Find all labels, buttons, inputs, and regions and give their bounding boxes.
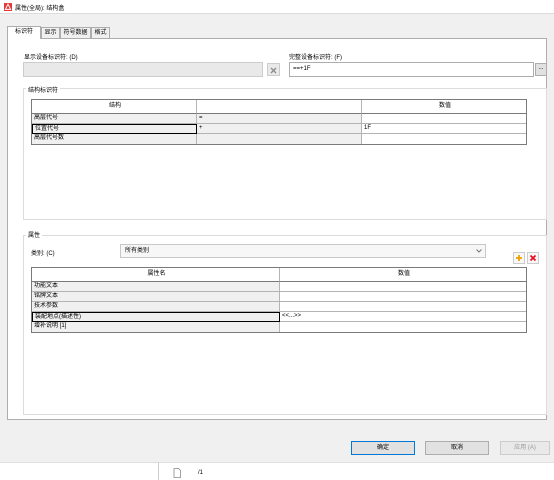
full-id-label: 完整设备标识符: (F)	[289, 55, 342, 61]
tab-symbol-data[interactable]: 符号数据	[60, 27, 91, 38]
structure-row-name: 高层代号数	[32, 134, 197, 144]
clear-button[interactable]	[267, 63, 280, 76]
category-label: 类别: (C)	[31, 251, 55, 257]
tab-identifier[interactable]: 标识符	[7, 26, 41, 39]
document-icon	[173, 468, 181, 478]
category-value: 所有类别	[125, 248, 150, 254]
structure-row-prefix	[197, 134, 362, 144]
structure-row-prefix: +	[197, 124, 362, 134]
tab-format[interactable]: 格式	[91, 27, 110, 38]
properties-section-title: 属性	[26, 230, 43, 239]
structure-table: 结构 数值 高层代号 = 位置代号 + 1F 高层代号数	[31, 99, 527, 145]
plus-icon	[516, 255, 522, 261]
property-row-name: 功能文本	[32, 282, 280, 292]
property-row-value[interactable]	[280, 322, 526, 332]
title-bar: 属性(全局): 结构盒	[0, 0, 554, 14]
structure-row-prefix: =	[197, 114, 362, 124]
tab-label: 标识符	[14, 29, 33, 35]
property-row-name: 技术参数	[32, 302, 280, 312]
property-row-value[interactable]	[280, 282, 526, 292]
ok-button[interactable]: 确定	[351, 441, 415, 455]
structure-row-value[interactable]	[362, 134, 526, 144]
properties-table: 属性名 数值 功能文本 铭牌文本 技术参数 装配地点(描述性) <<...>> …	[31, 267, 527, 333]
structure-section-title: 结构标识符	[26, 85, 61, 94]
structure-row-name: 高层代号	[32, 114, 197, 124]
tab-label: 显示	[44, 30, 57, 36]
structure-row-name: 位置代号	[32, 124, 197, 134]
column-header-property-name[interactable]: 属性名	[32, 268, 280, 282]
property-row-name: 装配地点(描述性)	[32, 312, 280, 322]
column-header-property-value[interactable]: 数值	[280, 268, 526, 282]
full-id-field[interactable]: ==+1F	[289, 62, 534, 77]
property-row-value[interactable]: <<...>>	[280, 312, 526, 322]
structure-row-value[interactable]: 1F	[362, 124, 526, 134]
column-header-structure[interactable]: 结构	[32, 100, 197, 114]
display-id-field[interactable]	[23, 62, 263, 77]
property-row-name: 增补说明 [1]	[32, 322, 280, 332]
tab-label: 格式	[94, 30, 107, 36]
window-title: 属性(全局): 结构盒	[15, 6, 65, 12]
column-header-value[interactable]: 数值	[362, 100, 526, 114]
chevron-down-icon	[476, 249, 482, 253]
structure-row-value[interactable]	[362, 114, 526, 124]
app-logo-icon	[4, 3, 12, 11]
add-property-button[interactable]	[513, 252, 525, 264]
cancel-button[interactable]: 取消	[425, 441, 489, 455]
display-id-label: 显示设备标识符: (D)	[24, 55, 78, 61]
footer-path-text: /1	[198, 470, 204, 476]
property-row-name: 铭牌文本	[32, 292, 280, 302]
tab-label: 符号数据	[63, 30, 88, 36]
browse-button[interactable]: ...	[535, 63, 547, 76]
delete-icon	[529, 254, 537, 262]
category-dropdown[interactable]: 所有类别	[120, 244, 486, 258]
property-row-value[interactable]	[280, 292, 526, 302]
delete-property-button[interactable]	[527, 252, 539, 264]
background-window-strip	[0, 462, 554, 480]
column-header-prefix[interactable]	[197, 100, 362, 114]
divider	[158, 462, 159, 480]
tab-display[interactable]: 显示	[41, 27, 60, 38]
apply-button[interactable]: 应用 (A)	[500, 441, 550, 455]
property-row-value[interactable]	[280, 302, 526, 312]
close-icon	[270, 67, 277, 74]
